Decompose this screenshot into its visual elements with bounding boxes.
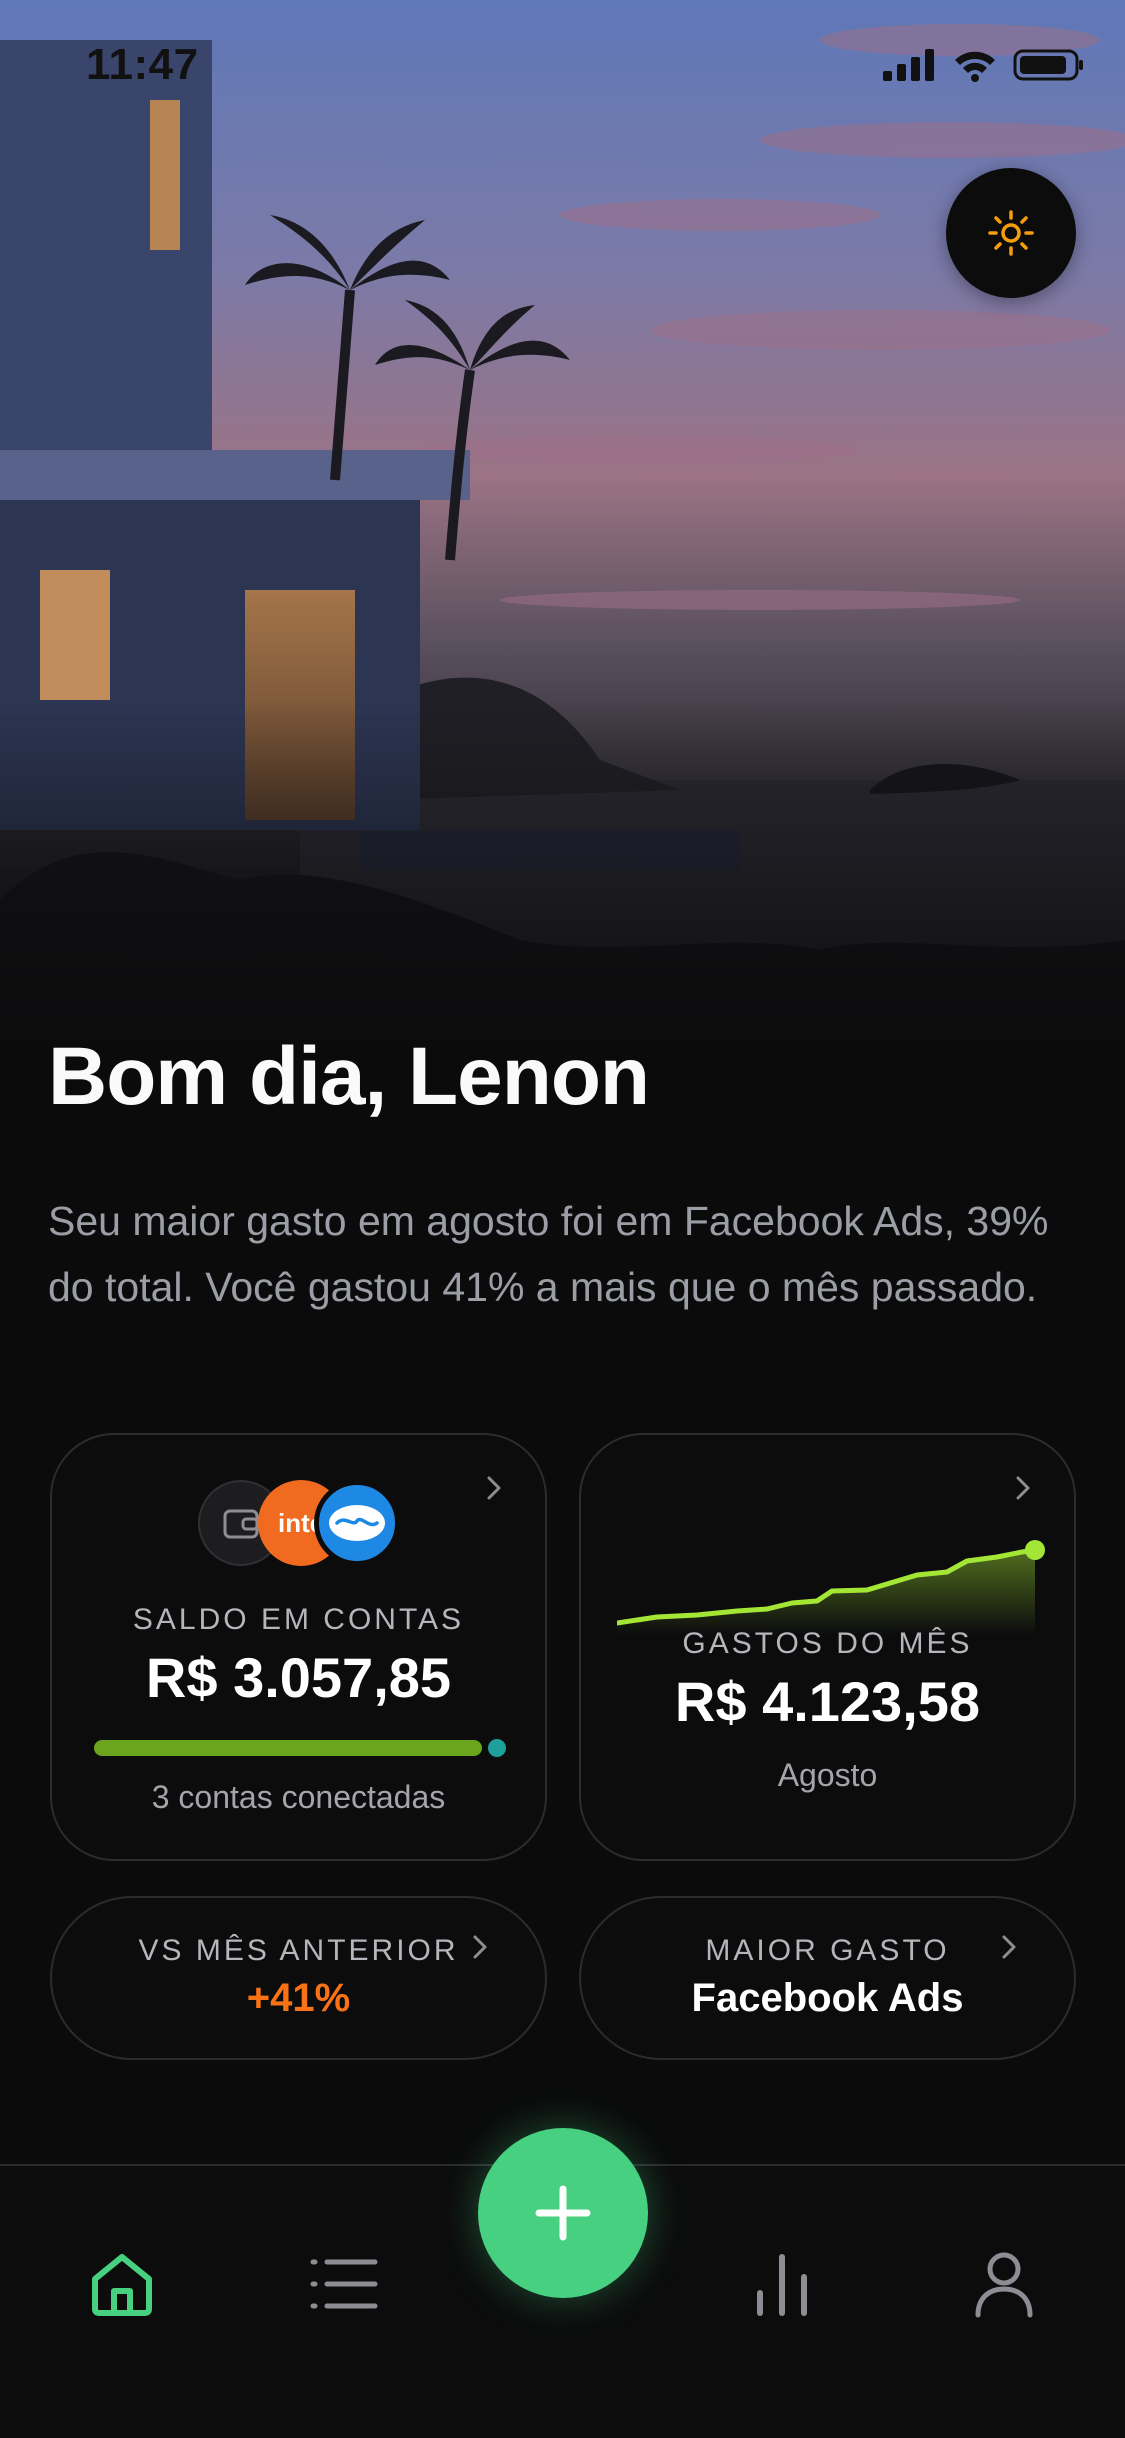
chevron-right-icon (487, 1476, 501, 1500)
chart-icon (757, 2254, 807, 2316)
balance-card[interactable]: inte SALDO EM CONTAS R$ 3.057,85 3 conta… (50, 1433, 547, 1861)
top-expense-card[interactable]: MAIOR GASTO Facebook Ads (579, 1896, 1076, 2060)
progress-indicator-dot (488, 1739, 506, 1757)
add-transaction-button[interactable] (478, 2128, 648, 2298)
balance-value: R$ 3.057,85 (145, 1646, 452, 1709)
monthly-spending-label: GASTOS DO MÊS (682, 1627, 973, 1660)
battery-icon (1013, 49, 1083, 81)
profile-icon (975, 2252, 1033, 2318)
monthly-spending-value: R$ 4.123,58 (674, 1670, 981, 1733)
accounts-progress-bar (94, 1740, 482, 1756)
nav-transactions[interactable] (284, 2224, 404, 2344)
greeting-title: Bom dia, Lenon (48, 1031, 650, 1122)
plus-icon (535, 2185, 591, 2241)
connected-accounts-count: 3 contas conectadas (151, 1779, 446, 1815)
top-expense-label: MAIOR GASTO (705, 1934, 950, 1967)
status-bar: 11:47 (0, 0, 1125, 140)
monthly-spending-card[interactable]: GASTOS DO MÊS R$ 4.123,58 Agosto (579, 1433, 1076, 1861)
nav-reports[interactable] (722, 2224, 842, 2344)
connected-accounts-logos: inte (198, 1480, 408, 1570)
top-expense-value: Facebook Ads (691, 1976, 964, 2020)
nav-home[interactable] (62, 2224, 182, 2344)
mercado-pago-logo (314, 1480, 400, 1566)
spending-summary: Seu maior gasto em agosto foi em Faceboo… (48, 1198, 1049, 1310)
balance-label: SALDO EM CONTAS (132, 1603, 465, 1636)
spending-month: Agosto (777, 1757, 878, 1793)
vs-previous-month-card[interactable]: VS MÊS ANTERIOR +41% (50, 1896, 547, 2060)
wifi-icon (955, 51, 995, 82)
nav-profile[interactable] (944, 2224, 1064, 2344)
spending-trend-sparkline (617, 1540, 1045, 1635)
vs-previous-month-label: VS MÊS ANTERIOR (138, 1934, 459, 1967)
cellular-signal-icon (883, 49, 934, 81)
hero-illustration (0, 0, 1125, 1060)
list-icon (310, 2259, 378, 2309)
vs-previous-month-value: +41% (246, 1976, 351, 2020)
home-icon (92, 2254, 152, 2316)
status-time: 11:47 (86, 40, 199, 89)
status-icons (883, 48, 1085, 82)
sun-icon (988, 210, 1034, 256)
theme-toggle-button[interactable] (946, 168, 1076, 298)
